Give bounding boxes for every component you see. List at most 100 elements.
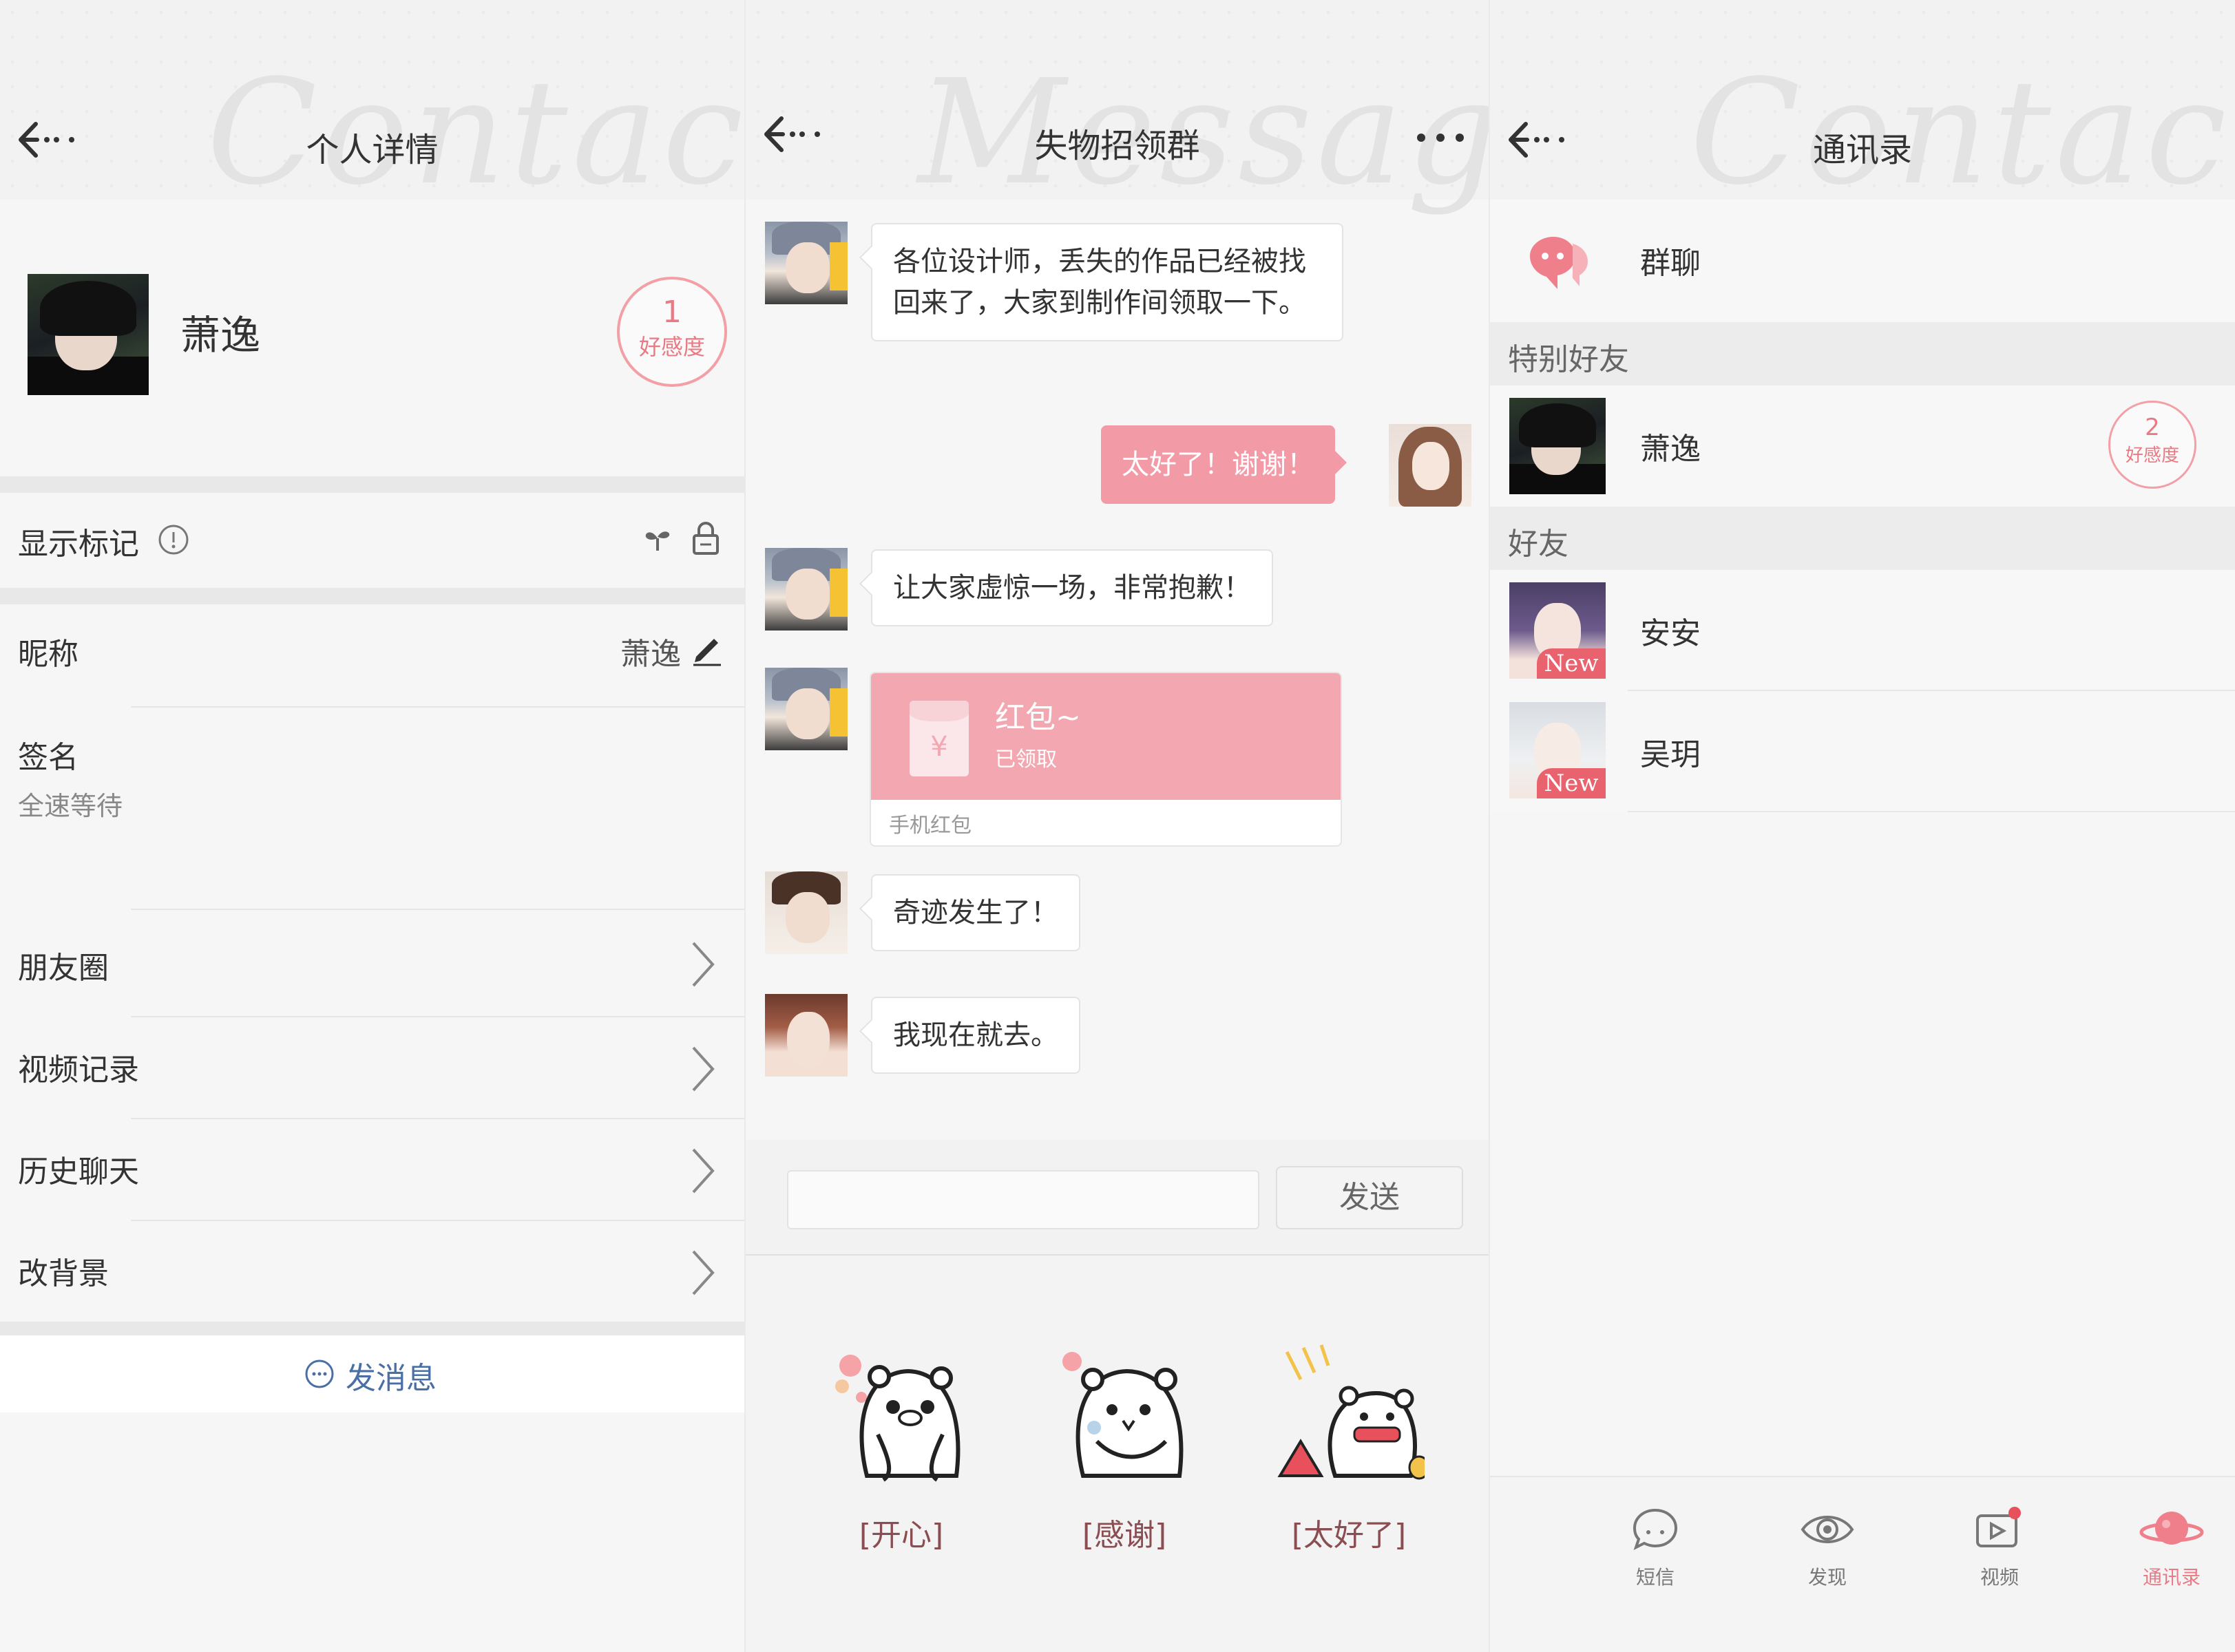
chat-title: 失物招领群 [1034, 127, 1200, 165]
menu-item-label: 朋友圈 [18, 951, 109, 986]
avatar[interactable] [765, 548, 848, 631]
info-icon[interactable] [157, 523, 190, 556]
menu-item-chat-history[interactable]: 历史聊天 [0, 1119, 744, 1221]
affinity-value: 1 [662, 295, 682, 330]
send-message-button[interactable]: 发消息 [0, 1335, 744, 1412]
chat-panel: Message 失物招领群 各位设计师，丢失的作品已经被找回来了，大家到制作间领… [746, 0, 1490, 1652]
row-divider [1628, 811, 2235, 812]
group-chat-icon [1530, 237, 1588, 289]
group-chat-label: 群聊 [1640, 246, 1701, 281]
section-divider [0, 1322, 744, 1335]
send-button[interactable]: 发送 [1276, 1166, 1463, 1229]
chevron-right-icon [692, 1046, 715, 1092]
red-packet-status: 已领取 [995, 748, 1057, 772]
avatar[interactable] [28, 274, 149, 395]
eye-icon [1801, 1516, 1854, 1543]
avatar-face-shape [787, 1012, 830, 1067]
section-header: 特别好友 [1490, 322, 2235, 385]
signature-row: 签名 全速等待 [0, 708, 744, 907]
sprout-icon[interactable] [642, 523, 673, 555]
section-title: 特别好友 [1508, 342, 1629, 377]
signature-value: 全速等待 [18, 791, 123, 821]
affinity-value: 2 [2145, 414, 2160, 441]
sticker-panel: [开心] [感谢] [太好了] [746, 1256, 1489, 1652]
sticker-label: [感谢] [1082, 1518, 1167, 1553]
avatar-face-shape [786, 569, 830, 620]
section-divider [0, 588, 744, 604]
section-header: 好友 [1490, 507, 2235, 570]
tab-messages[interactable]: 短信 [1600, 1505, 1710, 1590]
avatar-accent-shape [830, 242, 848, 290]
chat-header: Message 失物招领群 [746, 0, 1489, 217]
section-title: 好友 [1508, 527, 1568, 562]
red-packet-title: 红包~ [995, 700, 1081, 735]
contact-name: 萧逸 [180, 312, 261, 359]
sticker-great-bear[interactable] [1273, 1338, 1425, 1490]
edit-pencil-icon[interactable] [691, 632, 724, 666]
message-bubble[interactable]: 奇迹发生了！ [871, 874, 1080, 951]
signature-label: 签名 [18, 740, 78, 775]
menu-item-moments[interactable]: 朋友圈 [0, 910, 744, 1016]
tab-discover[interactable]: 发现 [1772, 1505, 1882, 1590]
more-options-icon[interactable] [1413, 124, 1468, 151]
message-bubble[interactable]: 让大家虚惊一场，非常抱歉！ [871, 549, 1273, 626]
tab-label: 通讯录 [2142, 1566, 2201, 1589]
contact-name: 吴玥 [1640, 737, 1701, 772]
avatar-hair-shape [40, 281, 136, 336]
lock-icon[interactable] [691, 520, 721, 556]
tab-contacts[interactable]: 通讯录 [2117, 1505, 2227, 1590]
sticker-thanks-bear[interactable] [1049, 1338, 1200, 1490]
contacts-header: Contacts 通讯录 [1490, 0, 2235, 217]
my-message-bubble[interactable]: 太好了！谢谢！ [1101, 425, 1335, 504]
yen-symbol: ¥ [930, 731, 948, 763]
red-packet-message[interactable]: ¥ 红包~ 已领取 手机红包 [870, 672, 1342, 847]
message-bubble[interactable]: 各位设计师，丢失的作品已经被找回来了，大家到制作间领取一下。 [871, 223, 1343, 341]
contact-row[interactable]: New 安安 [1490, 570, 2235, 691]
sticker-happy-bear[interactable] [826, 1338, 977, 1490]
avatar-face-shape [786, 242, 830, 293]
avatar[interactable] [765, 222, 848, 304]
new-badge: New [1537, 768, 1606, 798]
affinity-badge: 2 好感度 [2108, 401, 2196, 489]
chevron-right-icon [692, 942, 715, 987]
menu-item-label: 历史聊天 [18, 1154, 139, 1189]
tab-video[interactable]: 视频 [1944, 1505, 2055, 1590]
message-input[interactable] [787, 1170, 1259, 1229]
profile-detail-panel: Contacts 个人详情 萧逸 1 好感度 显示标记 [0, 0, 746, 1652]
section-divider [0, 476, 744, 493]
avatar-face-shape [1412, 442, 1449, 490]
avatar-face-shape [786, 892, 830, 943]
chevron-right-icon [692, 1148, 715, 1194]
message-bubble[interactable]: 我现在就去。 [871, 997, 1080, 1074]
chat-bubble-icon [305, 1359, 334, 1388]
show-mark-row: 显示标记 [0, 493, 744, 588]
send-message-label: 发消息 [346, 1361, 437, 1396]
menu-item-label: 改背景 [18, 1256, 109, 1291]
menu-item-video-records[interactable]: 视频记录 [0, 1017, 744, 1119]
menu-item-label: 视频记录 [18, 1052, 139, 1088]
contact-row[interactable]: 萧逸 2 好感度 [1490, 385, 2235, 507]
bottom-tab-bar: 短信 发现 视频 通讯录 [1490, 1476, 2235, 1652]
group-chat-row[interactable]: 群聊 [1490, 200, 2235, 322]
profile-header: Contacts 个人详情 [0, 0, 744, 217]
affinity-label: 好感度 [638, 334, 705, 360]
avatar[interactable] [765, 668, 848, 750]
tab-label: 发现 [1807, 1566, 1847, 1589]
message-bubble-icon [1633, 1508, 1678, 1550]
avatar-face-shape [786, 688, 830, 739]
my-avatar[interactable] [1389, 424, 1471, 507]
contact-row[interactable]: New 吴玥 [1490, 691, 2235, 812]
contact-name: 萧逸 [1640, 432, 1701, 467]
avatar [1509, 398, 1606, 494]
red-envelope-icon: ¥ [910, 701, 969, 776]
sticker-label: [太好了] [1291, 1518, 1407, 1553]
notification-dot [2008, 1507, 2021, 1519]
message-input-bar: 发送 [746, 1140, 1489, 1256]
tab-label: 视频 [1980, 1566, 2019, 1589]
affinity-label: 好感度 [2125, 445, 2179, 466]
contacts-title: 通讯录 [1812, 131, 1912, 169]
avatar[interactable] [765, 994, 848, 1077]
avatar-hair-shape [1519, 403, 1596, 447]
avatar[interactable] [765, 871, 848, 954]
menu-item-change-background[interactable]: 改背景 [0, 1221, 744, 1323]
